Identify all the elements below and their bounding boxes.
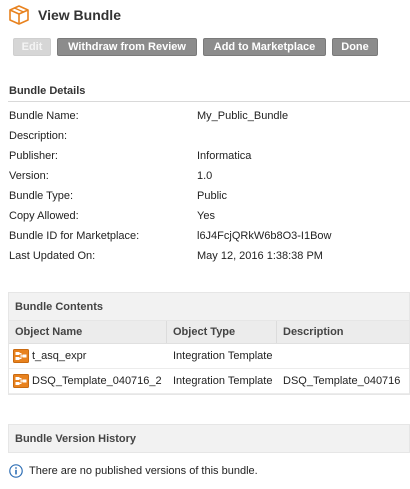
- detail-value: Public: [197, 190, 227, 202]
- table-header: Object Name Object Type Description: [9, 321, 409, 344]
- page-header: View Bundle: [8, 4, 121, 26]
- details-divider: [8, 101, 410, 102]
- detail-label: Version:: [9, 170, 49, 182]
- bundle-contents-panel: Bundle Contents: [8, 292, 410, 321]
- cell-object-type: Integration Template: [173, 375, 273, 387]
- withdraw-from-review-button[interactable]: Withdraw from Review: [57, 38, 197, 56]
- cell-object-name: t_asq_expr: [9, 344, 167, 368]
- bundle-version-history-title: Bundle Version History: [15, 433, 137, 445]
- object-name: t_asq_expr: [32, 350, 87, 362]
- integration-template-icon: [13, 349, 29, 363]
- detail-row-bundle-id: Bundle ID for Marketplace: l6J4FcjQRkW6b…: [9, 226, 409, 246]
- detail-row-version: Version: 1.0: [9, 166, 409, 186]
- detail-row-copy-allowed: Copy Allowed: Yes: [9, 206, 409, 226]
- detail-value: Yes: [197, 210, 215, 222]
- detail-value: 1.0: [197, 170, 213, 182]
- detail-label: Last Updated On:: [9, 250, 96, 262]
- detail-label: Bundle Name:: [9, 110, 79, 122]
- info-message-text: There are no published versions of this …: [29, 465, 258, 477]
- cell-description: [277, 344, 409, 368]
- bundle-details: Bundle Name: My_Public_Bundle Descriptio…: [9, 106, 409, 266]
- bundle-contents-title: Bundle Contents: [15, 301, 103, 313]
- detail-label: Copy Allowed:: [9, 210, 79, 222]
- detail-row-bundle-name: Bundle Name: My_Public_Bundle: [9, 106, 409, 126]
- edit-button[interactable]: Edit: [13, 38, 51, 56]
- integration-template-icon: [13, 374, 29, 388]
- bundle-box-icon: [8, 5, 30, 25]
- detail-row-last-updated: Last Updated On: May 12, 2016 1:38:38 PM: [9, 246, 409, 266]
- detail-value: My_Public_Bundle: [197, 110, 289, 122]
- bundle-details-title: Bundle Details: [9, 85, 86, 97]
- detail-value: l6J4FcjQRkW6b8O3-I1Bow: [197, 230, 332, 242]
- detail-label: Bundle ID for Marketplace:: [9, 230, 140, 242]
- object-name: DSQ_Template_040716_2: [32, 375, 162, 387]
- info-icon: [9, 464, 23, 478]
- detail-label: Bundle Type:: [9, 190, 74, 202]
- table-row[interactable]: DSQ_Template_040716_2 Integration Templa…: [9, 369, 409, 394]
- detail-row-description: Description:: [9, 126, 409, 146]
- no-versions-message: There are no published versions of this …: [9, 464, 258, 478]
- cell-object-name: DSQ_Template_040716_2: [9, 369, 167, 393]
- bundle-contents-table: Object Name Object Type Description t_as…: [8, 320, 410, 395]
- detail-label: Description:: [9, 130, 68, 142]
- page-title: View Bundle: [38, 7, 121, 23]
- detail-label: Publisher:: [9, 150, 58, 162]
- column-header-object-type[interactable]: Object Type: [167, 321, 277, 343]
- add-to-marketplace-button[interactable]: Add to Marketplace: [203, 38, 326, 56]
- column-header-object-name[interactable]: Object Name: [9, 321, 167, 343]
- toolbar: Edit Withdraw from Review Add to Marketp…: [13, 38, 378, 56]
- detail-row-publisher: Publisher: Informatica: [9, 146, 409, 166]
- detail-value: Informatica: [197, 150, 252, 162]
- detail-row-bundle-type: Bundle Type: Public: [9, 186, 409, 206]
- table-row[interactable]: t_asq_expr Integration Template: [9, 344, 409, 369]
- detail-value: May 12, 2016 1:38:38 PM: [197, 250, 323, 262]
- cell-object-type: Integration Template: [173, 350, 273, 362]
- bundle-version-history-panel: Bundle Version History: [8, 424, 410, 453]
- cell-description: DSQ_Template_040716: [283, 375, 401, 387]
- done-button[interactable]: Done: [332, 38, 378, 56]
- column-header-description[interactable]: Description: [277, 321, 409, 343]
